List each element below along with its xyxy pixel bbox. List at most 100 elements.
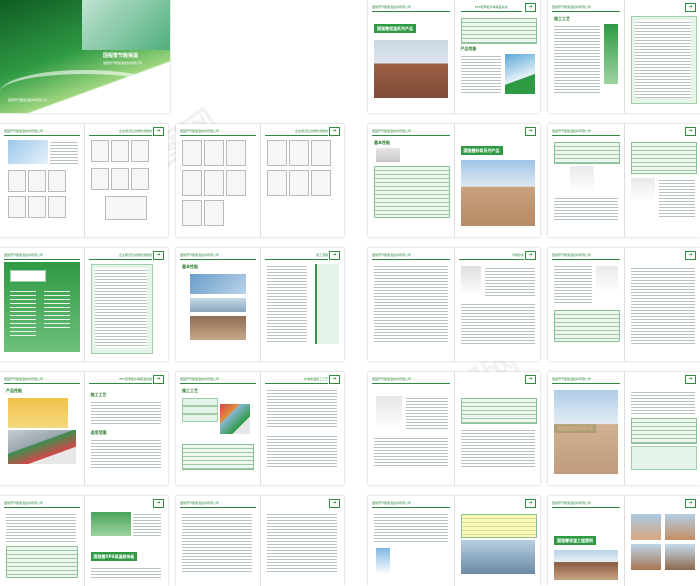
- right-page: 施工流程 ➔: [260, 248, 344, 361]
- page-title: 施工流程: [264, 252, 328, 260]
- text-block: [634, 20, 691, 98]
- certificate-image: [130, 168, 149, 190]
- arrow-right-icon[interactable]: ➔: [525, 127, 536, 136]
- spread-mortar: 国强雪节能保温建材有限公司 专用砂浆 ➔: [368, 248, 540, 361]
- section-title: 适用范围: [90, 430, 107, 435]
- spread-construction: 国强雪节能保温建材有限公司 施工工艺 ➔: [548, 0, 700, 113]
- report-image: [310, 140, 331, 166]
- certificate-image: [48, 170, 66, 192]
- project-photo: [664, 514, 695, 540]
- arrow-right-icon[interactable]: ➔: [525, 499, 536, 508]
- info-panel: [630, 446, 697, 470]
- arrow-right-icon[interactable]: ➔: [525, 3, 536, 12]
- arrow-right-icon[interactable]: ➔: [525, 251, 536, 260]
- certificate-image: [8, 196, 26, 218]
- right-page: ➔: [454, 372, 540, 485]
- right-page: 企业概况及资质检测报告 ➔: [84, 124, 168, 237]
- certificate-image: [28, 170, 46, 192]
- page-header: 国强雪节能保温建材有限公司: [4, 500, 80, 508]
- left-page: 国强雪节能保温建材有限公司: [0, 248, 85, 361]
- right-page: 国强雪砂浆系列产品 ➔: [454, 124, 540, 237]
- arrow-right-icon[interactable]: ➔: [685, 127, 696, 136]
- report-image: [266, 170, 287, 196]
- arrow-right-icon[interactable]: ➔: [329, 251, 340, 260]
- cover-title: 国程雪节能保温: [103, 53, 139, 59]
- report-image: [226, 140, 246, 166]
- spec-table: [460, 398, 537, 424]
- section-bar: 国强雪保温系列产品: [374, 24, 416, 33]
- arrow-right-icon[interactable]: ➔: [153, 499, 164, 508]
- page-title: 外墙保温施工工艺: [264, 376, 328, 384]
- page-title: EPS聚苯板外墙保温系统: [88, 376, 152, 384]
- arrow-right-icon[interactable]: ➔: [153, 375, 164, 384]
- page-header: 国强雪节能保温建材有限公司: [552, 252, 620, 260]
- text-block: [266, 434, 337, 468]
- report-image: [310, 170, 331, 196]
- left-page: 国强雪节能保温建材有限公司: [368, 372, 455, 485]
- left-page: 国强雪节能保温建材有限公司: [368, 496, 455, 586]
- arrow-right-icon[interactable]: ➔: [329, 375, 340, 384]
- spread-eps-product: 国强雪节能保温建材有限公司 国强雪保温系列产品 EPS聚苯板外墙保温系统 ➔ 产…: [368, 0, 540, 113]
- left-page: 国强雪节能保温建材有限公司 基本性能: [368, 124, 455, 237]
- logo-box: [10, 270, 46, 282]
- spread-decoration-materials: 国强雪节能保温建材有限公司 国强雪保温系列产品 ➔: [548, 372, 700, 485]
- page-header: 国强雪节能保温建材有限公司: [4, 128, 80, 136]
- section-title: 产品性能: [460, 46, 477, 51]
- right-page: ➔: [624, 496, 700, 586]
- page-header: 国强雪节能保温建材有限公司: [552, 500, 620, 508]
- right-page: ➔: [624, 124, 700, 237]
- arrow-right-icon[interactable]: ➔: [685, 251, 696, 260]
- left-page: 国强雪节能保温建材有限公司: [0, 496, 85, 586]
- right-page: EPS聚苯板外墙保温系统 ➔ 产品性能: [454, 0, 540, 113]
- report-image: [288, 170, 309, 196]
- arrow-right-icon[interactable]: ➔: [329, 127, 340, 136]
- intro-text: [94, 268, 147, 348]
- text-block: [630, 266, 695, 344]
- arrow-right-icon[interactable]: ➔: [525, 375, 536, 384]
- arrow-right-icon[interactable]: ➔: [685, 499, 696, 508]
- wall-layers-diagram: [8, 430, 76, 464]
- section-title: 基本性能: [182, 264, 198, 269]
- cover-spread: 国程雪节能保温 国强雪节能保温建材有限公司 国强雪节能保温建材有限公司: [0, 0, 170, 113]
- section-bar: 国强雪砂浆系列产品: [460, 146, 503, 155]
- section-title: 施工工艺: [182, 388, 198, 393]
- right-page: ➔: [454, 496, 540, 586]
- left-page: 国强雪节能保温建材有限公司: [548, 248, 625, 361]
- page-header: 国强雪节能保温建材有限公司: [4, 376, 80, 384]
- product-photo: [90, 512, 131, 536]
- right-page: EPS聚苯板外墙保温系统 ➔ 施工工艺 适用范围: [84, 372, 168, 485]
- cover-swoosh: [0, 70, 170, 114]
- certificate-image: [90, 168, 109, 190]
- section-title: 基本性能: [374, 140, 390, 145]
- text-block: [182, 512, 252, 572]
- spec-table: [554, 142, 620, 164]
- board-photo: [190, 298, 246, 312]
- page-header: 国强雪节能保温建材有限公司: [372, 376, 450, 384]
- product-bag-photo: [460, 266, 481, 296]
- page-header: 国强雪节能保温建材有限公司: [372, 4, 450, 12]
- arrow-right-icon[interactable]: ➔: [153, 251, 164, 260]
- text-block: [266, 388, 337, 428]
- text-block: [374, 264, 448, 344]
- arrow-right-icon[interactable]: ➔: [685, 375, 696, 384]
- page-header: 国强雪节能保温建材有限公司: [4, 252, 80, 260]
- spread-mortar-products: 国强雪节能保温建材有限公司 基本性能 国强雪砂浆系列产品 ➔: [368, 124, 540, 237]
- arrow-right-icon[interactable]: ➔: [685, 3, 696, 12]
- arrow-right-icon[interactable]: ➔: [153, 127, 164, 136]
- spread-eps-construction: 国强雪节能保温建材有限公司 基本性能 施工流程 ➔: [176, 248, 344, 361]
- layer-diagram: [220, 404, 250, 434]
- section-title: 产品性能: [6, 388, 22, 393]
- text-block: [90, 566, 161, 580]
- project-photo: [554, 550, 618, 580]
- report-image: [266, 140, 287, 166]
- left-page: 国强雪节能保温建材有限公司 施工工艺: [548, 0, 625, 113]
- project-photo: [664, 544, 695, 570]
- report-image: [182, 170, 202, 196]
- tower-photo: [460, 160, 535, 226]
- arrow-right-icon[interactable]: ➔: [329, 499, 340, 508]
- text-block: [266, 512, 337, 572]
- right-page: 企业概况及资质检测报告 ➔: [84, 248, 168, 361]
- certificate-image: [104, 196, 147, 220]
- building-photo: [374, 40, 448, 98]
- right-page: 外墙保温施工工艺 ➔: [260, 372, 344, 485]
